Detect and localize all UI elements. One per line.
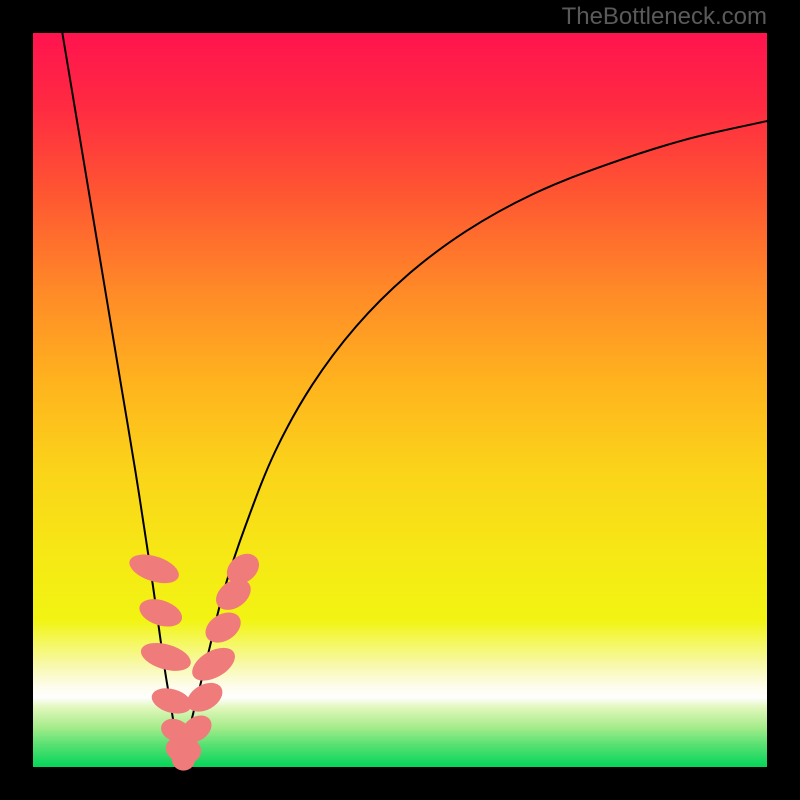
- watermark-text: TheBottleneck.com: [562, 3, 767, 31]
- marker-point: [136, 594, 186, 631]
- marker-point: [126, 549, 183, 589]
- marker-point: [187, 641, 241, 687]
- outer-frame: TheBottleneck.com: [0, 0, 800, 800]
- marker-point: [182, 677, 228, 718]
- chart-svg: [33, 33, 767, 767]
- curve-right-branch: [180, 121, 767, 767]
- marker-point: [200, 606, 246, 649]
- plot-area: [33, 33, 767, 767]
